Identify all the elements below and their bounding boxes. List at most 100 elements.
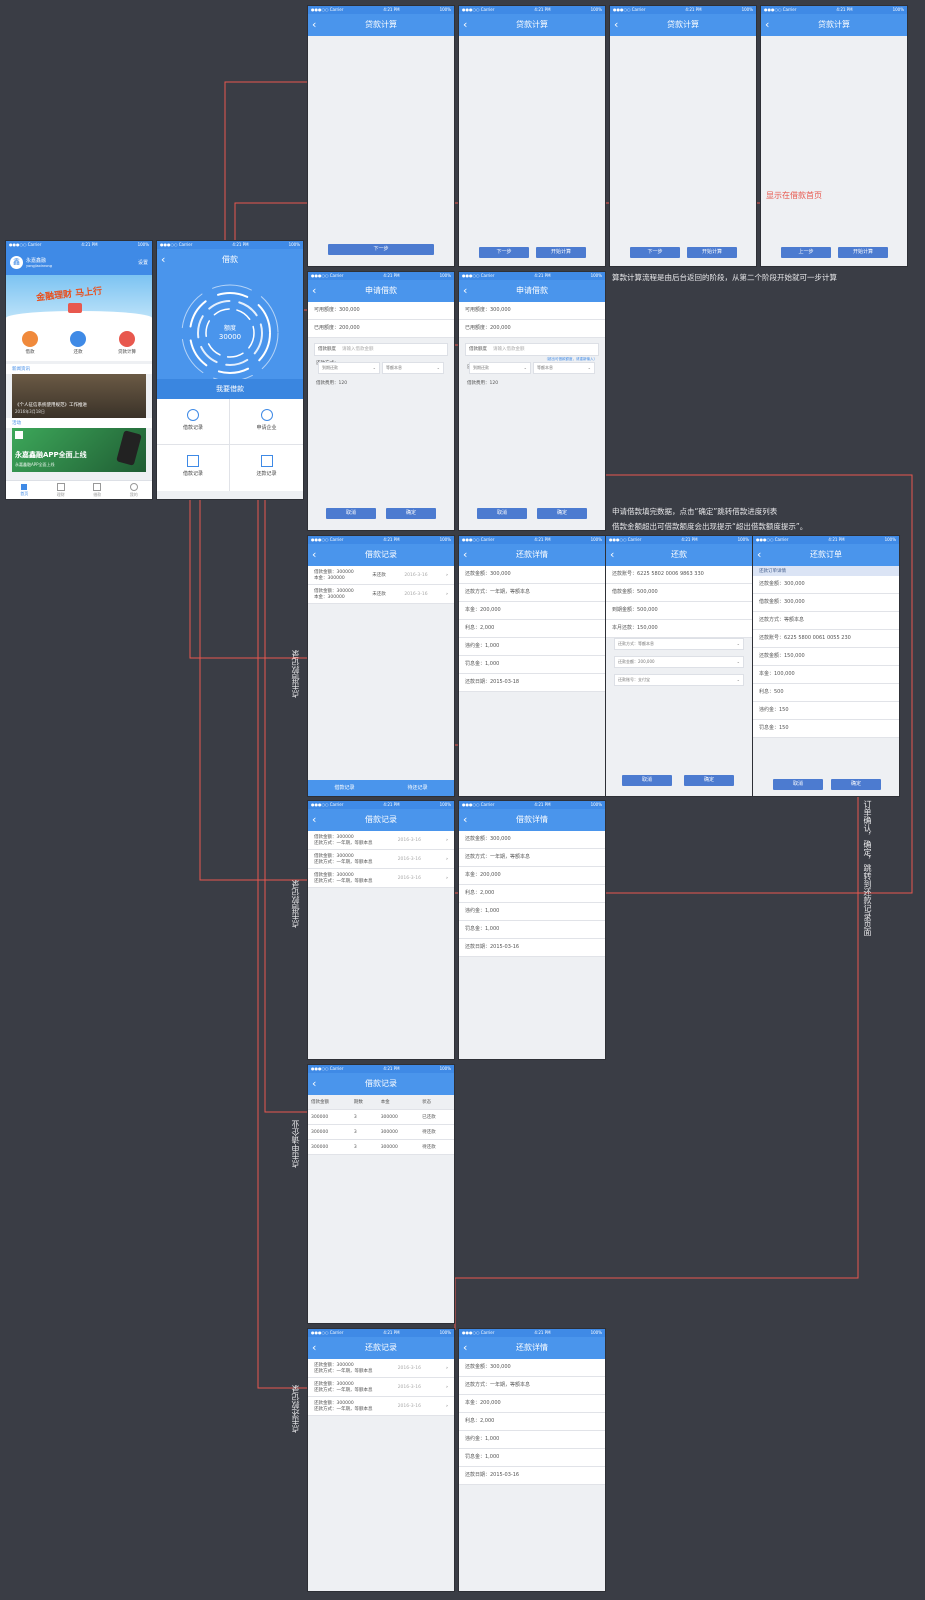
- tab-pending-records[interactable]: 待还记录: [381, 780, 454, 796]
- back-icon[interactable]: ‹: [161, 249, 165, 271]
- loan-detail-screen: ●●●○○ Carrier 4:21 PM 100% ‹ 借款详情 还款金额：300,…: [459, 801, 605, 1059]
- confirm-button[interactable]: 确定: [831, 779, 881, 790]
- back-icon[interactable]: ‹: [463, 1337, 467, 1359]
- tab-mine[interactable]: 我的: [129, 482, 138, 498]
- nav-bar: ‹ 借款记录: [308, 809, 454, 831]
- tile-repay[interactable]: 还款: [70, 331, 86, 355]
- used-credit: 已用额度：200,000: [308, 320, 454, 338]
- status-bar: ●●●○○ Carrier 4:21 PM 100%: [459, 1329, 605, 1337]
- annotation-vertical-record: 点击借款记录: [291, 880, 300, 928]
- back-icon[interactable]: ‹: [463, 544, 467, 566]
- cancel-button[interactable]: 取消: [326, 508, 376, 519]
- detail-field: 本金：200,000: [459, 867, 605, 885]
- tab-finance[interactable]: 理财: [56, 482, 65, 498]
- calc-screen-3: ●●●○○ Carrier 4:21 PM 100% ‹ 贷款计算 下一步 开始计算: [610, 6, 756, 266]
- detail-field: 违约金：1,000: [459, 1431, 605, 1449]
- news-card[interactable]: 《个人征信系统使用规范》工作推进 2016年3月18日: [12, 374, 146, 418]
- repay-account-select[interactable]: 还款账号：支付宝 ⌄: [614, 674, 744, 686]
- term-select[interactable]: 到期还款 ⌄: [318, 362, 380, 374]
- confirm-button[interactable]: 确定: [684, 775, 734, 786]
- back-icon[interactable]: ‹: [614, 14, 618, 36]
- amount-input[interactable]: 请输入借款金额: [493, 344, 525, 355]
- detail-field: 利息：2,000: [459, 1413, 605, 1431]
- menu-apply-enterprise[interactable]: 申请企业: [230, 399, 303, 445]
- confirm-button[interactable]: 确定: [537, 508, 587, 519]
- status-bar: ●●●○○ Carrier 4:21 PM 100%: [308, 1329, 454, 1337]
- chevron-right-icon: ›: [446, 1384, 448, 1390]
- tab-loan[interactable]: 借款: [93, 482, 102, 498]
- list-item[interactable]: 借款金额：300000 本金：300000 未还款 2016-3-16 ›: [308, 566, 454, 585]
- list-item[interactable]: 还款金额：300000 还款方式：一年期，等额本息 2016-3-16 ›: [308, 1359, 454, 1378]
- start-calc-button[interactable]: 开始计算: [838, 247, 888, 258]
- amount-input[interactable]: 请输入借款金额: [342, 344, 374, 355]
- table-row[interactable]: 300000 3 300000 待还款: [308, 1139, 454, 1155]
- page-title: 申请借款: [365, 286, 397, 295]
- form-field: 还款账号：6225 5802 0006 9863 330: [606, 566, 752, 584]
- page-title: 借款详情: [516, 815, 548, 824]
- home-banner[interactable]: 金融理财 马上行: [6, 275, 152, 325]
- nav-bar: ‹ 借款记录: [308, 1073, 454, 1095]
- page-title: 贷款计算: [667, 20, 699, 29]
- list-item[interactable]: 还款金额：300000 还款方式：一年期，等额本息 2016-3-16 ›: [308, 1397, 454, 1416]
- cancel-button[interactable]: 取消: [622, 775, 672, 786]
- list-item[interactable]: 还款金额：300000 还款方式：一年期，等额本息 2016-3-16 ›: [308, 1378, 454, 1397]
- status-bar: ●●●○○ Carrier 4:21 PM 100%: [459, 6, 605, 14]
- table-row[interactable]: 300000 3 300000 待还款: [308, 1124, 454, 1140]
- list-item[interactable]: 借款金额：300000 本金：300000 未还款 2016-3-16 ›: [308, 585, 454, 604]
- tab-loan-records[interactable]: 借款记录: [308, 780, 381, 796]
- detail-field: 还款方式：一年期，等额本息: [459, 849, 605, 867]
- back-icon[interactable]: ‹: [463, 280, 467, 302]
- annotation-vertical-repay: 点击还款记录: [291, 1385, 300, 1433]
- start-calc-button[interactable]: 开始计算: [536, 247, 586, 258]
- settings-link[interactable]: 设置: [138, 259, 148, 266]
- cancel-button[interactable]: 取消: [477, 508, 527, 519]
- next-button[interactable]: 下一步: [328, 244, 434, 255]
- start-calc-button[interactable]: 开始计算: [687, 247, 737, 258]
- method-select[interactable]: 等额本息 ⌄: [382, 362, 444, 374]
- tile-loan[interactable]: 借款: [22, 331, 38, 355]
- activity-card[interactable]: 永嘉鑫融APP全面上线 永嘉鑫融APP全面上线: [12, 428, 146, 472]
- back-icon[interactable]: ‹: [610, 544, 614, 566]
- order-field: 还款金额：300,000: [753, 576, 899, 594]
- list-item[interactable]: 借款金额：300000 还款方式：一年期，等额本息 2016-3-16 ›: [308, 869, 454, 888]
- tile-calc[interactable]: 贷款计算: [118, 331, 136, 355]
- list-item[interactable]: 借款金额：300000 还款方式：一年期，等额本息 2016-3-16 ›: [308, 850, 454, 869]
- back-icon[interactable]: ‹: [312, 14, 316, 36]
- clock-icon: [260, 409, 273, 421]
- back-icon[interactable]: ‹: [312, 809, 316, 831]
- menu-loan-records[interactable]: 借款记录: [157, 399, 230, 445]
- calc-screen-4: ●●●○○ Carrier 4:21 PM 100% ‹ 贷款计算 上一步 开始计算: [761, 6, 907, 266]
- back-icon[interactable]: ‹: [312, 544, 316, 566]
- confirm-button[interactable]: 确定: [386, 508, 436, 519]
- detail-field: 罚息金：1,000: [459, 656, 605, 674]
- next-button[interactable]: 下一步: [479, 247, 529, 258]
- back-icon[interactable]: ‹: [312, 1073, 316, 1095]
- repay-amount-select[interactable]: 还款金额：200,000 ⌄: [614, 656, 744, 668]
- menu-repay-records[interactable]: 还款记录: [230, 445, 303, 491]
- app-icon: [15, 431, 23, 439]
- next-button[interactable]: 下一步: [630, 247, 680, 258]
- flag-icon: [68, 303, 82, 313]
- back-icon[interactable]: ‹: [463, 14, 467, 36]
- prev-button[interactable]: 上一步: [781, 247, 831, 258]
- status-bar: ●●●○○ Carrier 4:21 PM 100%: [308, 272, 454, 280]
- detail-field: 本金：200,000: [459, 602, 605, 620]
- method-select[interactable]: 等额本息 ⌄: [533, 362, 595, 374]
- phone-shape: [116, 430, 142, 466]
- cancel-button[interactable]: 取消: [773, 779, 823, 790]
- term-select[interactable]: 到期还款 ⌄: [469, 362, 531, 374]
- back-icon[interactable]: ‹: [312, 1337, 316, 1359]
- loan-icon: [22, 331, 38, 347]
- back-icon[interactable]: ‹: [757, 544, 761, 566]
- table-row[interactable]: 300000 3 300000 已还款: [308, 1109, 454, 1125]
- back-icon[interactable]: ‹: [463, 809, 467, 831]
- chevron-down-icon: ⌄: [587, 365, 591, 370]
- status-bar: ●●●○○ Carrier 4:21 PM 100%: [308, 1065, 454, 1073]
- list-item[interactable]: 借款金额：300000 还款方式：一年期，等额本息 2016-3-16 ›: [308, 831, 454, 850]
- apply-loan-button[interactable]: 我要借款: [157, 379, 303, 399]
- repay-method-select[interactable]: 还款方式：等额本息 ⌄: [614, 638, 744, 650]
- back-icon[interactable]: ‹: [312, 280, 316, 302]
- menu-loan-history[interactable]: 借款记录: [157, 445, 230, 491]
- back-icon[interactable]: ‹: [765, 14, 769, 36]
- tab-home[interactable]: 首页: [20, 483, 28, 497]
